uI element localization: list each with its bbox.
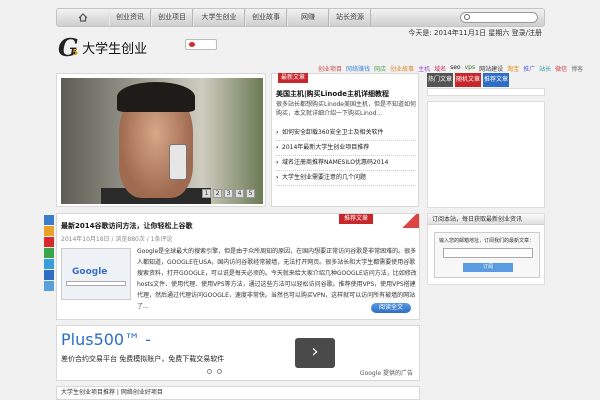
tag-link[interactable]: 网店 xyxy=(374,64,386,73)
subscribe-button[interactable]: 订阅 xyxy=(463,263,513,272)
tag-link[interactable]: 淘宝 xyxy=(507,64,519,73)
slider-page-5[interactable]: 5 xyxy=(246,189,255,198)
news-box: 最新文章 美国主机|购买Linode主机详细教程 很多站长都想购买Linode美… xyxy=(271,73,419,207)
logo-badge: 5 xyxy=(72,48,79,57)
ad-dot[interactable] xyxy=(207,369,212,374)
home-icon xyxy=(78,13,88,22)
search-input[interactable] xyxy=(460,12,538,23)
ad-provider: Google 提供的广告 xyxy=(359,370,413,377)
tag-link[interactable]: seo xyxy=(450,64,461,73)
news-list-item[interactable]: 2014年最新大学生创业项目推荐 xyxy=(276,141,416,156)
new-ribbon-icon xyxy=(399,214,419,228)
tab-hot[interactable]: 热门文章 xyxy=(427,73,453,87)
tag-link[interactable]: vps xyxy=(465,64,476,73)
featured-slider[interactable]: 1 2 3 4 5 xyxy=(56,73,266,207)
weibo-icon xyxy=(189,42,195,47)
read-more-button[interactable]: 阅读全文 xyxy=(371,303,411,313)
photo-phone xyxy=(169,144,187,180)
news-headline[interactable]: 美国主机|购买Linode主机详细教程 xyxy=(276,89,416,99)
featured-photo[interactable] xyxy=(61,78,263,204)
subscribe-hint: 输入您的邮箱地址，订阅我们的最新文章： xyxy=(439,238,535,244)
share-bar xyxy=(44,215,54,291)
share-renren-icon[interactable] xyxy=(44,270,54,280)
share-tqq-icon[interactable] xyxy=(44,259,54,269)
article-title[interactable]: 最新2014谷歌访问方法，让你轻松上谷歌 xyxy=(61,221,192,231)
subscribe-form: 输入您的邮箱地址，订阅我们的最新文章： 订阅 xyxy=(434,232,540,278)
tab-recommend[interactable]: 推荐文章 xyxy=(483,73,509,87)
tab-random[interactable]: 随机文章 xyxy=(455,73,481,87)
right-tabs: 热门文章 随机文章 推荐文章 xyxy=(427,73,509,87)
subscribe-box: 订阅本站，每日获取最新创业资讯 输入您的邮箱地址，订阅我们的最新文章： 订阅 xyxy=(427,213,545,285)
tag-link[interactable]: 推广 xyxy=(523,64,535,73)
ad-title[interactable]: Plus500™ - xyxy=(61,330,151,349)
thumb-google-logo: Google xyxy=(72,267,108,277)
right-panel xyxy=(427,101,545,208)
subscribe-heading: 订阅本站，每日获取最新创业资讯 xyxy=(428,214,544,225)
nav-item-3[interactable]: 大学生创业 xyxy=(193,9,245,26)
tag-link[interactable]: 博客 xyxy=(571,64,583,73)
email-field[interactable] xyxy=(443,248,533,258)
news-list-item[interactable]: 如何安全卸载360安全卫士及相关软件 xyxy=(276,126,416,141)
news-tab[interactable]: 最新文章 xyxy=(278,73,308,83)
slider-pager: 1 2 3 4 5 xyxy=(202,189,255,198)
ad-dot[interactable] xyxy=(217,369,222,374)
search-icon xyxy=(464,14,470,20)
slider-page-3[interactable]: 3 xyxy=(224,189,233,198)
tag-link[interactable]: 网络赚钱 xyxy=(346,64,370,73)
nav-item-6[interactable]: 站长资源 xyxy=(329,9,371,26)
site-title: 大学生创业 xyxy=(82,42,148,57)
news-desc: 很多站长都想购买Linode美国主机，但是不知道如何购买，本文就详细介绍一下购买… xyxy=(276,101,416,117)
share-qzone-icon[interactable] xyxy=(44,226,54,236)
bottom-box[interactable]: 大学生创业项目推荐 | 网络创业好项目 xyxy=(56,386,420,400)
nav-item-4[interactable]: 创业故事 xyxy=(245,9,287,26)
top-nav: 创业资讯 创业项目 大学生创业 创业故事 网赚 站长资源 xyxy=(56,8,545,27)
tag-link[interactable]: 站长 xyxy=(539,64,551,73)
share-weibo-icon[interactable] xyxy=(44,237,54,247)
right-strip xyxy=(427,88,545,96)
slider-page-1[interactable]: 1 xyxy=(202,189,211,198)
news-list-item[interactable]: 大学生创业需要注意的几个问题 xyxy=(276,171,416,186)
share-douban-icon[interactable] xyxy=(44,248,54,258)
weibo-button[interactable] xyxy=(185,39,217,50)
site-logo[interactable]: G 5 大学生创业 xyxy=(58,33,147,62)
tag-link[interactable]: 网站建设 xyxy=(479,64,503,73)
ad-subtitle: 差价合约交易平台 免费模拟账户，免费下载交易软件 xyxy=(61,355,225,363)
page: 创业资讯 创业项目 大学生创业 创业故事 网赚 站长资源 G 5 大学生创业 今… xyxy=(0,0,600,400)
tag-link[interactable]: 创业项目 xyxy=(318,64,342,73)
article-meta: 2014年10月18日 / 浏览880次 / 1条评论 xyxy=(61,236,173,243)
ad-banner[interactable]: Plus500™ - 差价合约交易平台 免费模拟账户，免费下载交易软件 › Go… xyxy=(56,325,420,381)
ad-pager xyxy=(207,369,222,374)
home-button[interactable] xyxy=(57,9,109,26)
article-thumbnail[interactable]: Google xyxy=(61,248,131,300)
news-list: 如何安全卸载360安全卫士及相关软件 2014年最新大学生创业项目推荐 域名注册… xyxy=(276,126,416,186)
article-card: 推荐文章 最新2014谷歌访问方法，让你轻松上谷歌 2014年10月18日 / … xyxy=(56,213,420,320)
share-more-icon[interactable] xyxy=(44,281,54,291)
tag-link[interactable]: 主机 xyxy=(418,64,430,73)
thumb-search-bar xyxy=(66,281,126,286)
tag-link[interactable]: 微信 xyxy=(555,64,567,73)
photo-hair xyxy=(117,82,195,112)
tag-cloud: 创业项目 网络赚钱 网店 创业故事 主机 域名 seo vps 网站建设 淘宝 推广 站长 微信 博客 xyxy=(318,64,583,73)
news-list-item[interactable]: 域名注册商推荐NAMESILO优惠码2014 xyxy=(276,156,416,171)
nav-item-5[interactable]: 网赚 xyxy=(287,9,329,26)
nav-item-2[interactable]: 创业项目 xyxy=(151,9,193,26)
slider-page-4[interactable]: 4 xyxy=(235,189,244,198)
nav-item-1[interactable]: 创业资讯 xyxy=(109,9,151,26)
article-tab[interactable]: 推荐文章 xyxy=(339,214,373,224)
slider-page-2[interactable]: 2 xyxy=(213,189,222,198)
ad-arrow-button[interactable]: › xyxy=(295,338,335,368)
date-text: 今天是: 2014年11月1日 星期六 登录/注册 xyxy=(408,29,542,37)
tag-link[interactable]: 域名 xyxy=(434,64,446,73)
share-add-icon[interactable] xyxy=(44,215,54,225)
tag-link[interactable]: 创业故事 xyxy=(390,64,414,73)
